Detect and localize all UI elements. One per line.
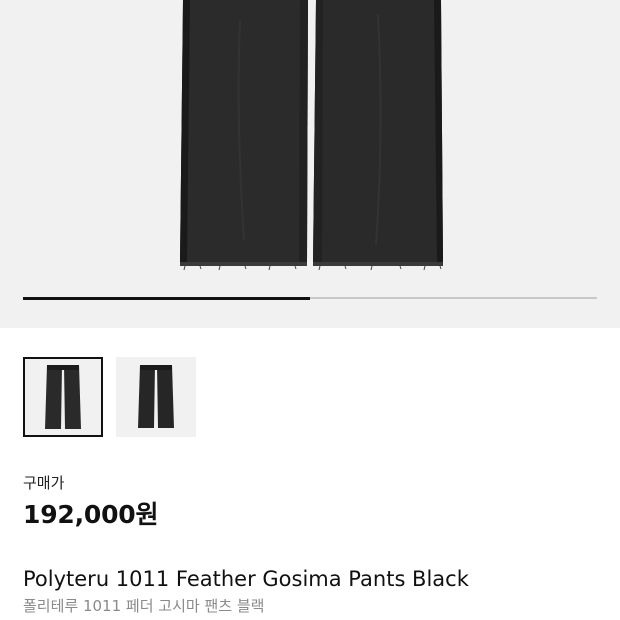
carousel-progress-bar <box>23 296 597 300</box>
product-name-korean: 폴리테루 1011 페더 고시마 팬츠 블랙 <box>23 597 265 615</box>
carousel-progress-fill <box>23 296 310 300</box>
product-name: Polyteru 1011 Feather Gosima Pants Black <box>23 567 469 591</box>
thumbnail-back[interactable] <box>116 357 196 437</box>
product-detail-page: 구매가 192,000원 Polyteru 1011 Feather Gosim… <box>0 0 620 620</box>
price-label: 구매가 <box>23 474 65 492</box>
product-image-carousel[interactable] <box>0 0 620 328</box>
pants-back-thumbnail <box>138 365 174 428</box>
pants-front-thumbnail <box>45 365 81 429</box>
price-value: 192,000원 <box>23 500 159 529</box>
black-pants-photo <box>180 0 443 271</box>
thumbnail-front[interactable] <box>23 357 103 437</box>
